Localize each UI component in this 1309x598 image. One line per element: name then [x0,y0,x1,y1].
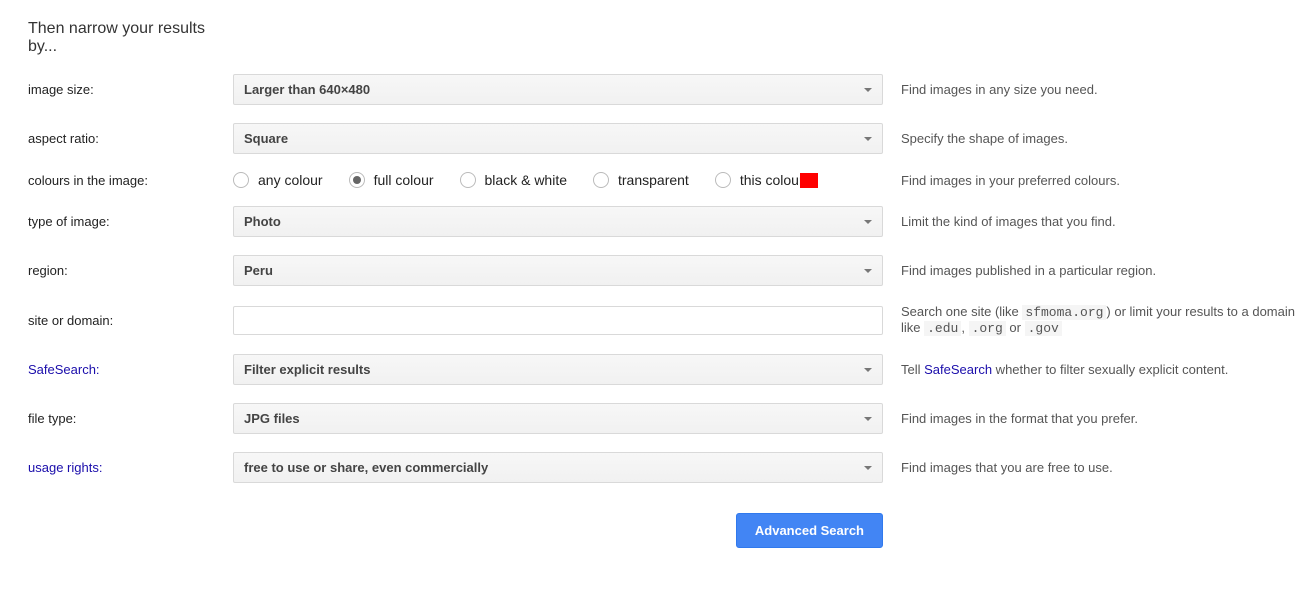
help-colours: Find images in your preferred colours. [883,173,1309,188]
chevron-down-icon [864,368,872,372]
chevron-down-icon [864,269,872,273]
label-colours: colours in the image: [0,173,233,188]
row-colours: colours in the image: any colour full co… [0,172,1309,188]
radio-this-colour[interactable]: this colour [715,172,818,188]
label-usage-rights[interactable]: usage rights: [0,460,233,475]
row-aspect-ratio: aspect ratio: Square Specify the shape o… [0,123,1309,154]
usage-rights-dropdown[interactable]: free to use or share, even commercially [233,452,883,483]
help-aspect-ratio: Specify the shape of images. [883,131,1309,146]
row-file-type: file type: JPG files Find images in the … [0,403,1309,434]
row-image-size: image size: Larger than 640×480 Find ima… [0,74,1309,105]
narrow-heading: Then narrow your results by... [28,20,208,56]
radio-icon [593,172,609,188]
help-type-of-image: Limit the kind of images that you find. [883,214,1309,229]
file-type-value: JPG files [244,411,300,426]
chevron-down-icon [864,466,872,470]
label-type-of-image: type of image: [0,214,233,229]
colour-swatch[interactable] [800,173,818,188]
chevron-down-icon [864,137,872,141]
safesearch-dropdown[interactable]: Filter explicit results [233,354,883,385]
help-region: Find images published in a particular re… [883,263,1309,278]
row-safesearch: SafeSearch: Filter explicit results Tell… [0,354,1309,385]
radio-black-white[interactable]: black & white [460,172,567,188]
image-size-dropdown[interactable]: Larger than 640×480 [233,74,883,105]
region-dropdown[interactable]: Peru [233,255,883,286]
radio-label: this colour [740,172,804,188]
usage-rights-value: free to use or share, even commercially [244,460,488,475]
radio-full-colour[interactable]: full colour [349,172,434,188]
type-of-image-value: Photo [244,214,281,229]
radio-icon [460,172,476,188]
help-image-size: Find images in any size you need. [883,82,1309,97]
file-type-dropdown[interactable]: JPG files [233,403,883,434]
chevron-down-icon [864,88,872,92]
safesearch-link[interactable]: SafeSearch [924,362,992,377]
aspect-ratio-dropdown[interactable]: Square [233,123,883,154]
label-region: region: [0,263,233,278]
safesearch-value: Filter explicit results [244,362,370,377]
help-site-domain: Search one site (like sfmoma.org) or lim… [883,304,1309,336]
chevron-down-icon [864,220,872,224]
aspect-ratio-value: Square [244,131,288,146]
colours-radio-group: any colour full colour black & white tra… [233,172,883,188]
radio-label: black & white [485,172,567,188]
radio-icon [233,172,249,188]
radio-label: full colour [374,172,434,188]
label-aspect-ratio: aspect ratio: [0,131,233,146]
label-safesearch[interactable]: SafeSearch: [0,362,233,377]
radio-label: transparent [618,172,689,188]
region-value: Peru [244,263,273,278]
radio-icon [715,172,731,188]
help-safesearch: Tell SafeSearch whether to filter sexual… [883,362,1309,377]
label-file-type: file type: [0,411,233,426]
help-file-type: Find images in the format that you prefe… [883,411,1309,426]
row-type-of-image: type of image: Photo Limit the kind of i… [0,206,1309,237]
chevron-down-icon [864,417,872,421]
site-domain-input[interactable] [233,306,883,335]
image-size-value: Larger than 640×480 [244,82,370,97]
label-site-domain: site or domain: [0,313,233,328]
row-usage-rights: usage rights: free to use or share, even… [0,452,1309,483]
type-of-image-dropdown[interactable]: Photo [233,206,883,237]
row-site-domain: site or domain: Search one site (like sf… [0,304,1309,336]
row-region: region: Peru Find images published in a … [0,255,1309,286]
radio-icon-selected [349,172,365,188]
radio-label: any colour [258,172,323,188]
label-image-size: image size: [0,82,233,97]
radio-transparent[interactable]: transparent [593,172,689,188]
radio-any-colour[interactable]: any colour [233,172,323,188]
advanced-search-button[interactable]: Advanced Search [736,513,883,548]
help-usage-rights: Find images that you are free to use. [883,460,1309,475]
